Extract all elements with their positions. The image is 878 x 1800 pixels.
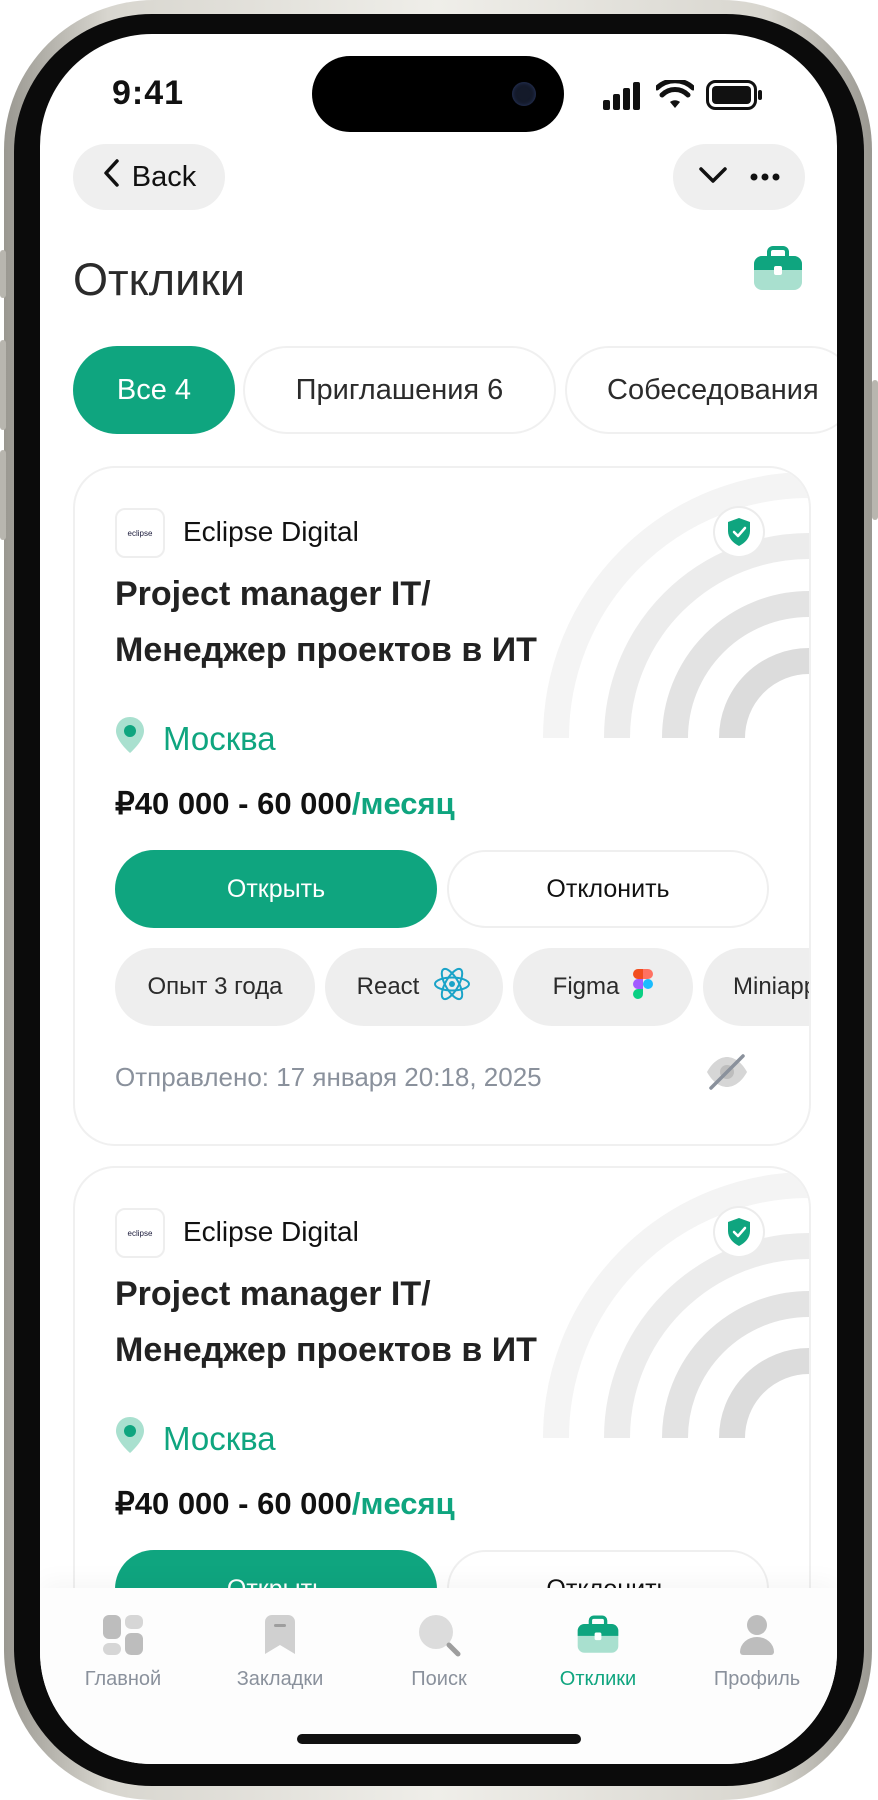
verified-shield-icon — [715, 508, 763, 556]
back-label: Back — [131, 160, 197, 193]
tabbar-label: Поиск — [411, 1668, 467, 1690]
tabbar-label: Отклики — [559, 1668, 637, 1690]
briefcase-icon[interactable] — [752, 246, 804, 297]
chip-experience: Опыт 3 года — [115, 948, 315, 1026]
signal-icon — [603, 82, 643, 115]
page-title: Отклики — [73, 254, 246, 305]
more-icon — [750, 168, 780, 186]
tabbar-item-home[interactable]: Главной — [48, 1588, 198, 1691]
job-title-line1: Project manager IT/ — [115, 575, 431, 613]
react-icon — [433, 966, 471, 1009]
tabbar-item-bookmarks[interactable]: Закладки — [205, 1588, 355, 1691]
dynamic-island — [312, 56, 564, 132]
sent-date: Отправлено: 17 января 20:18, 2025 — [115, 1062, 542, 1092]
chip-react: React — [325, 948, 503, 1026]
home-indicator — [297, 1734, 581, 1744]
mute-switch — [0, 250, 6, 298]
chip-figma: Figma — [513, 948, 693, 1026]
company-logo: eclipse — [115, 1208, 165, 1258]
camera-icon — [512, 82, 536, 106]
status-time: 9:41 — [112, 74, 185, 112]
company-logo: eclipse — [115, 508, 165, 558]
tab-interviews[interactable]: Собеседования — [565, 346, 837, 434]
wifi-icon — [654, 78, 696, 115]
location: Москва — [115, 1416, 276, 1462]
city: Москва — [163, 1420, 276, 1457]
battery-icon — [706, 80, 762, 115]
location-pin-icon — [115, 1416, 145, 1462]
location-pin-icon — [115, 716, 145, 762]
tabbar-label: Профиль — [713, 1668, 801, 1690]
verified-shield-icon — [715, 1208, 763, 1256]
job-title: Project manager IT/ Менеджер проектов в … — [115, 566, 675, 678]
chip-miniapp: Miniapp — [703, 948, 809, 1026]
profile-icon — [739, 1612, 775, 1658]
location: Москва — [115, 716, 276, 762]
tabbar-item-profile[interactable]: Профиль — [682, 1588, 832, 1691]
tabbar-label: Главной — [84, 1668, 162, 1690]
chevron-down-icon — [698, 166, 728, 189]
volume-down-button — [0, 450, 6, 540]
job-title-line2: Менеджер проектов в ИТ — [115, 631, 537, 669]
reject-button[interactable]: Отклонить — [447, 850, 769, 928]
city: Москва — [163, 720, 276, 757]
tabbar-item-responses[interactable]: Отклики — [523, 1588, 673, 1691]
response-card: eclipse Eclipse Digital Project manager … — [73, 466, 811, 1146]
volume-up-button — [0, 340, 6, 430]
chevron-left-icon — [102, 158, 122, 196]
job-title-line1: Project manager IT/ — [115, 1275, 431, 1313]
search-icon — [417, 1612, 461, 1658]
tab-all[interactable]: Все 4 — [73, 346, 235, 434]
home-grid-icon — [102, 1612, 144, 1658]
open-button[interactable]: Открыть — [115, 850, 437, 928]
company-name: Eclipse Digital — [183, 516, 359, 547]
bookmark-icon — [263, 1612, 297, 1658]
briefcase-icon — [576, 1612, 620, 1658]
job-title: Project manager IT/ Менеджер проектов в … — [115, 1266, 675, 1378]
tab-invitations[interactable]: Приглашения 6 — [243, 346, 556, 434]
power-button — [872, 380, 878, 520]
hide-eye-icon[interactable] — [705, 1052, 749, 1097]
salary: ₽40 000 - 60 000/месяц — [115, 1486, 455, 1521]
figma-icon — [633, 968, 654, 1006]
salary: ₽40 000 - 60 000/месяц — [115, 786, 455, 821]
company-name: Eclipse Digital — [183, 1216, 359, 1247]
back-button[interactable]: Back — [73, 144, 225, 210]
menu-button[interactable] — [673, 144, 805, 210]
tabbar-item-search[interactable]: Поиск — [364, 1588, 514, 1691]
job-title-line2: Менеджер проектов в ИТ — [115, 1331, 537, 1369]
screen: 9:41 Back Отклики Все 4 Приглашения 6 Со… — [40, 34, 837, 1764]
tabbar-label: Закладки — [236, 1668, 324, 1690]
